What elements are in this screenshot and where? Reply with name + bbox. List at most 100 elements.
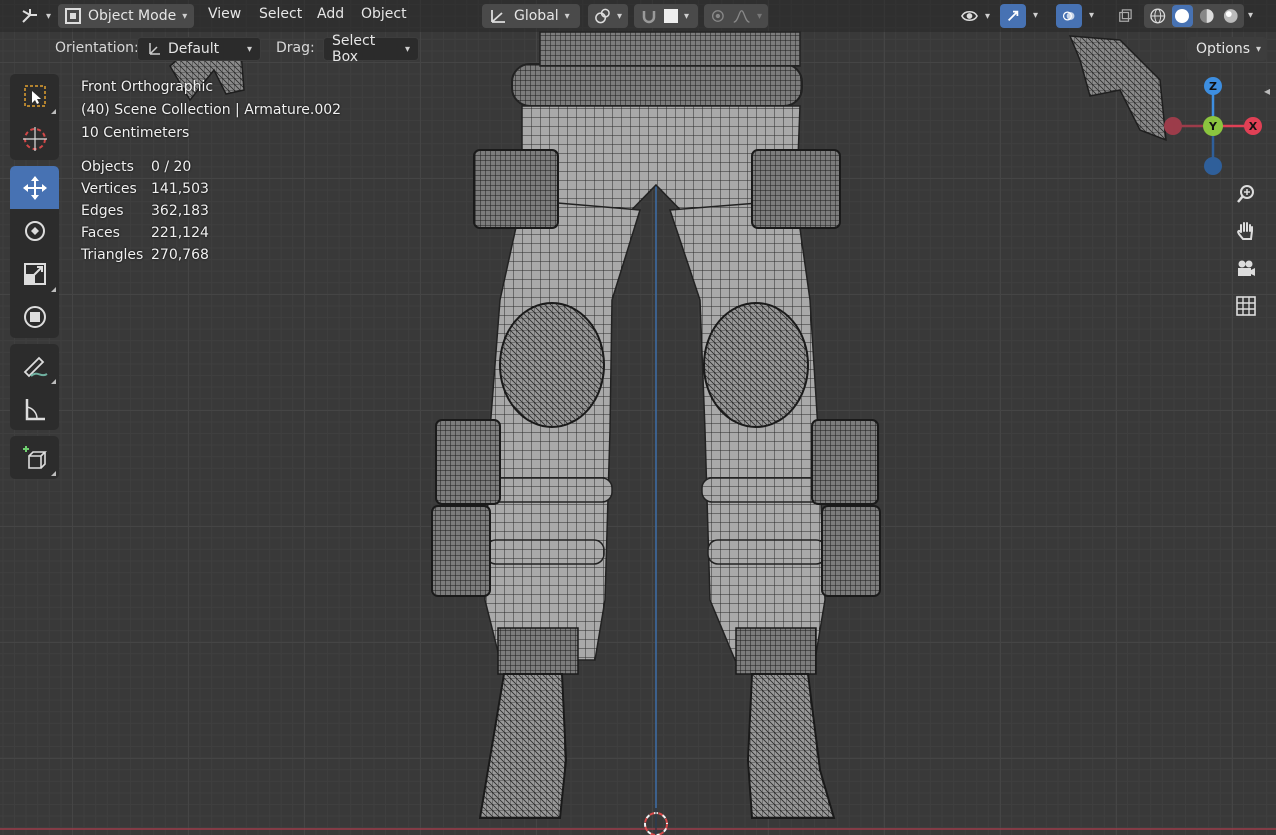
stat-label: Faces <box>81 225 120 241</box>
add-cube-tool[interactable] <box>10 436 59 479</box>
hand-icon <box>1237 222 1253 240</box>
drag-label: Drag: <box>276 40 315 56</box>
orientation-value: Default <box>168 41 220 57</box>
move-icon <box>22 175 47 200</box>
proportional-editing[interactable]: ▾ <box>704 4 768 28</box>
chevron-down-icon: ▾ <box>616 10 622 22</box>
eye-icon <box>961 10 978 22</box>
visibility-dropdown[interactable]: ▾ <box>954 4 996 28</box>
material-preview-icon[interactable] <box>1197 6 1217 26</box>
view-name: Front Orthographic <box>81 79 214 95</box>
navigation-gizmo[interactable]: Z Y X <box>1150 74 1270 184</box>
stat-label: Vertices <box>81 181 137 197</box>
gizmo-y-label: Y <box>1208 120 1218 133</box>
mode-dropdown[interactable]: Object Mode ▾ <box>58 4 194 28</box>
stat-row-objects: Objects 0 / 20 <box>81 156 209 178</box>
chevron-down-icon: ▾ <box>984 10 990 22</box>
rotate-icon <box>24 220 45 241</box>
gizmo-z-label: Z <box>1209 80 1217 93</box>
viewport-header: ▾ Object Mode ▾ View Select Add Object G… <box>0 0 1276 32</box>
pivot-point-icon <box>595 8 610 24</box>
options-dropdown[interactable]: Options ▾ <box>1187 37 1267 61</box>
viewport-info: Front Orthographic (40) Scene Collection… <box>81 76 341 145</box>
snap-settings[interactable]: ▾ <box>634 4 698 28</box>
object-mode-icon <box>65 8 81 24</box>
chevron-down-icon: ▾ <box>404 43 410 55</box>
annotate-tool[interactable] <box>10 344 59 387</box>
sidebar-collapse-arrow-icon[interactable]: ◂ <box>1264 84 1270 98</box>
stat-value: 141,503 <box>151 181 209 197</box>
stat-row-triangles: Triangles 270,768 <box>81 244 209 266</box>
stat-row-faces: Faces 221,124 <box>81 222 209 244</box>
gizmo-neg-z[interactable] <box>1204 157 1222 175</box>
wireframe-shading-icon[interactable] <box>1148 6 1168 26</box>
pan-button[interactable] <box>1230 215 1262 247</box>
chevron-down-icon: ▾ <box>246 43 252 55</box>
mode-label: Object Mode <box>88 8 177 24</box>
camera-view-button[interactable] <box>1230 253 1262 285</box>
overlays-chevron-down-icon[interactable]: ▾ <box>1089 10 1094 21</box>
stat-row-edges: Edges 362,183 <box>81 200 209 222</box>
orientation-axes-icon <box>149 43 160 55</box>
overlays-icon <box>1062 11 1075 21</box>
gizmo-neg-x[interactable] <box>1164 117 1182 135</box>
stat-value: 0 / 20 <box>151 159 192 175</box>
transform-orientation-dropdown[interactable]: Global ▾ <box>482 4 580 28</box>
shading-chevron-down-icon[interactable]: ▾ <box>1248 10 1253 21</box>
stat-label: Objects <box>81 159 134 175</box>
scale-tool[interactable] <box>10 252 59 295</box>
editor-type-icon <box>22 9 37 23</box>
move-tool[interactable] <box>10 166 59 209</box>
orientation-dropdown[interactable]: Default ▾ <box>137 37 261 61</box>
xray-icon <box>1119 9 1132 22</box>
show-gizmo-toggle[interactable] <box>1000 4 1026 28</box>
add-cube-icon <box>22 445 47 469</box>
menu-select[interactable]: Select <box>259 6 302 22</box>
transform-icon <box>23 305 46 328</box>
toolbar <box>10 74 59 485</box>
zoom-icon <box>1237 185 1254 203</box>
annotate-icon <box>23 356 48 377</box>
scale-icon <box>23 262 46 285</box>
snap-magnet-icon <box>642 11 656 24</box>
pivot-point-dropdown[interactable]: ▾ <box>588 4 628 28</box>
grid-icon <box>1236 296 1256 316</box>
gizmo-x-label: X <box>1249 120 1258 133</box>
falloff-curve-icon <box>733 10 750 23</box>
zoom-button[interactable] <box>1230 178 1262 210</box>
show-overlays-toggle[interactable] <box>1056 4 1082 28</box>
menu-add[interactable]: Add <box>317 6 344 22</box>
drag-value: Select Box <box>332 33 376 65</box>
chevron-down-icon: ▾ <box>46 10 52 22</box>
scene-statistics: Objects 0 / 20 Vertices 141,503 Edges 36… <box>81 156 209 266</box>
proportional-editing-icon <box>711 10 724 22</box>
cursor-tool[interactable] <box>10 117 59 160</box>
orientation-axes-icon <box>491 10 505 23</box>
chevron-down-icon: ▾ <box>684 10 690 22</box>
menu-object[interactable]: Object <box>361 6 407 22</box>
stat-value: 221,124 <box>151 225 209 241</box>
gizmo-icon <box>1008 10 1019 21</box>
menu-view[interactable]: View <box>208 6 241 22</box>
xray-toggle[interactable] <box>1112 4 1138 28</box>
transform-orientation-label: Global <box>514 8 559 24</box>
solid-shading-icon[interactable] <box>1171 5 1193 27</box>
shading-modes <box>1144 4 1244 28</box>
rendered-shading-icon[interactable] <box>1221 6 1241 26</box>
select-box-tool[interactable] <box>10 74 59 117</box>
stat-label: Triangles <box>81 247 144 263</box>
rotate-tool[interactable] <box>10 209 59 252</box>
stat-label: Edges <box>81 203 124 219</box>
drag-dropdown[interactable]: Select Box ▾ <box>323 33 419 65</box>
transform-tool[interactable] <box>10 295 59 338</box>
chevron-down-icon: ▾ <box>182 10 188 22</box>
measure-tool[interactable] <box>10 387 59 430</box>
chevron-down-icon: ▾ <box>564 10 570 22</box>
ortho-grid-button[interactable] <box>1230 290 1262 322</box>
cursor-icon <box>22 126 47 151</box>
gizmo-chevron-down-icon[interactable]: ▾ <box>1033 10 1038 21</box>
camera-icon <box>1238 260 1255 276</box>
editor-type-button[interactable]: ▾ <box>14 4 57 28</box>
stat-row-vertices: Vertices 141,503 <box>81 178 209 200</box>
snap-target-icon <box>664 9 678 23</box>
